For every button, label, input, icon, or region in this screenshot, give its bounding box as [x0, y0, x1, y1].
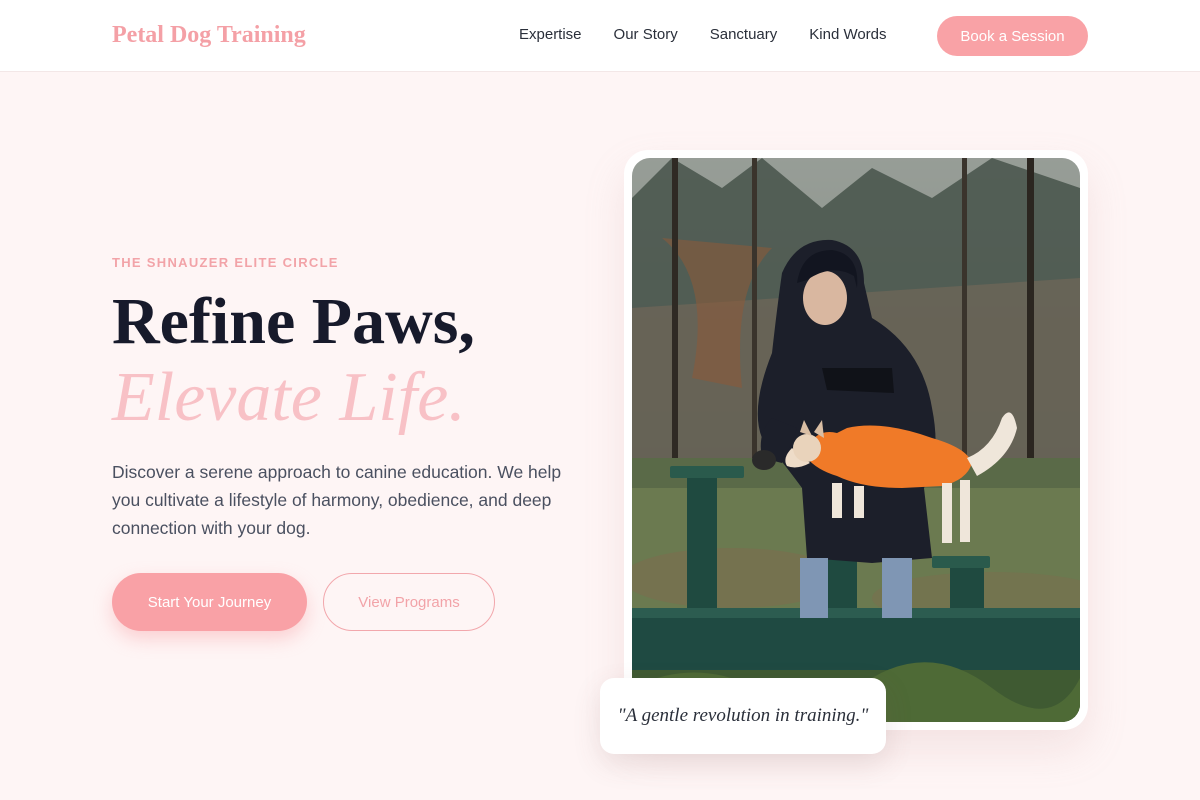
nav-link-our-story[interactable]: Our Story: [614, 26, 678, 43]
view-programs-button[interactable]: View Programs: [323, 573, 495, 631]
testimonial-quote-text: "A gentle revolution in training.": [617, 705, 869, 726]
hero-headline-accent: Elevate Life.: [112, 359, 466, 436]
hero-photo-frame: [624, 150, 1088, 730]
nav-link-sanctuary[interactable]: Sanctuary: [710, 26, 778, 43]
hero-photo: [632, 158, 1080, 722]
testimonial-quote-card: "A gentle revolution in training.": [600, 678, 886, 754]
hero-description: Discover a serene approach to canine edu…: [112, 462, 562, 538]
hero-headline: Refine Paws,: [112, 285, 475, 358]
nav-links: Expertise Our Story Sanctuary Kind Words: [519, 26, 887, 43]
trainer-dog-illustration: [632, 158, 1080, 722]
brand-logo[interactable]: Petal Dog Training: [112, 22, 306, 49]
nav-link-expertise[interactable]: Expertise: [519, 26, 582, 43]
start-journey-button[interactable]: Start Your Journey: [112, 573, 307, 631]
hero-eyebrow: THE SHNAUZER ELITE CIRCLE: [112, 255, 339, 270]
top-navbar: Petal Dog Training Expertise Our Story S…: [0, 0, 1200, 72]
book-session-button[interactable]: Book a Session: [937, 16, 1088, 56]
nav-link-kind-words[interactable]: Kind Words: [809, 26, 886, 43]
